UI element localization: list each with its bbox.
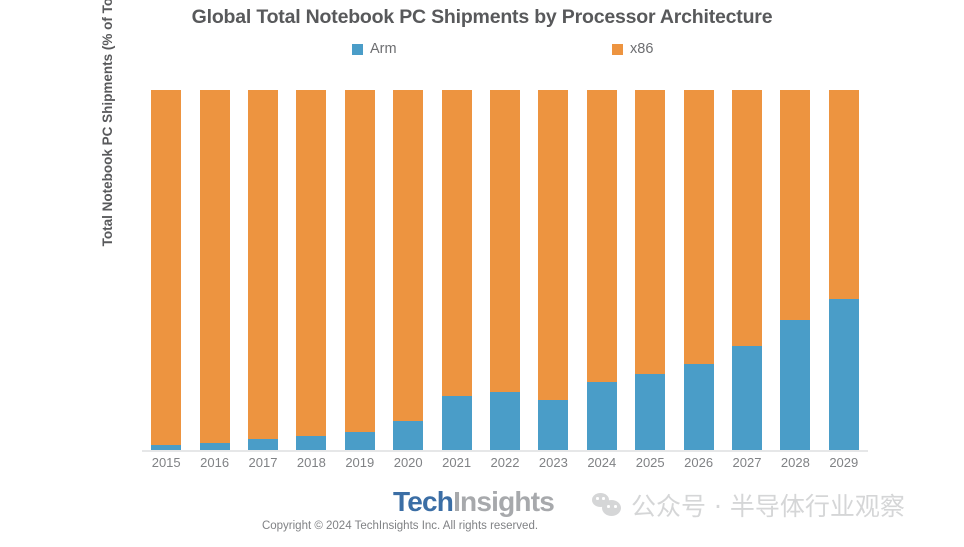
bar-segment-arm[interactable] — [441, 396, 472, 450]
bar-segment-x86[interactable] — [635, 90, 666, 375]
chart-container: Global Total Notebook PC Shipments by Pr… — [0, 0, 964, 547]
bar-group[interactable] — [683, 90, 714, 450]
bar-group[interactable] — [780, 90, 811, 450]
bar-segment-x86[interactable] — [538, 90, 569, 400]
bar-group[interactable] — [248, 90, 278, 450]
x-axis-tick-label: 2016 — [200, 455, 230, 470]
plot-area — [142, 90, 868, 450]
bar-segment-arm[interactable] — [828, 298, 859, 450]
legend-label-x86: x86 — [630, 40, 654, 57]
legend-item-arm[interactable]: Arm — [352, 38, 397, 60]
bar-group[interactable] — [344, 90, 375, 450]
bar-segment-x86[interactable] — [683, 90, 714, 364]
x-axis-tick-label: 2017 — [248, 455, 278, 470]
x-axis-tick-label: 2018 — [296, 455, 326, 470]
y-axis-title: Total Notebook PC Shipments (% of Total) — [100, 0, 115, 247]
bar-segment-x86[interactable] — [151, 90, 182, 445]
wechat-icon — [592, 492, 622, 518]
bar-group[interactable] — [828, 90, 859, 450]
bar-segment-x86[interactable] — [732, 90, 762, 346]
wechat-dot — [607, 505, 610, 508]
bar-group[interactable] — [732, 90, 762, 450]
wechat-dot — [596, 497, 599, 500]
wechat-dot — [614, 505, 617, 508]
bar-segment-arm[interactable] — [683, 363, 714, 450]
bar-segment-arm[interactable] — [635, 374, 666, 450]
bar-segment-arm[interactable] — [393, 421, 424, 450]
bar-group[interactable] — [635, 90, 666, 450]
bar-segment-x86[interactable] — [828, 90, 859, 299]
x-axis-tick-label: 2023 — [538, 455, 568, 470]
bar-segment-x86[interactable] — [393, 90, 424, 422]
chart-legend: Arm x86 — [0, 38, 964, 60]
bar-segment-arm[interactable] — [248, 439, 278, 450]
techinsights-logo: TechInsights — [393, 486, 555, 518]
bar-segment-x86[interactable] — [248, 90, 278, 440]
bar-segment-arm[interactable] — [538, 399, 569, 450]
bar-segment-arm[interactable] — [586, 381, 617, 450]
x-axis-tick-label: 2021 — [442, 455, 472, 470]
watermark-label: 公众号 · 半导体行业观察 — [631, 492, 905, 521]
x-axis-tick-label: 2019 — [345, 455, 375, 470]
x-axis-tick-label: 2027 — [732, 455, 762, 470]
legend-swatch-arm — [352, 43, 363, 55]
x-axis-tick-label: 2015 — [151, 455, 181, 470]
bar-segment-x86[interactable] — [344, 90, 375, 432]
bar-group[interactable] — [441, 90, 472, 450]
x-axis-tick-label: 2022 — [490, 455, 520, 470]
x-axis-tick-label: 2026 — [684, 455, 714, 470]
x-axis-baseline — [142, 450, 868, 452]
bar-segment-arm[interactable] — [344, 432, 375, 450]
bar-segment-x86[interactable] — [490, 90, 520, 393]
bar-segment-arm[interactable] — [732, 345, 762, 450]
bar-segment-arm[interactable] — [296, 435, 327, 450]
x-axis-tick-label: 2028 — [780, 455, 810, 470]
chart-footer: TechInsights Copyright © 2024 TechInsigh… — [0, 484, 964, 547]
bar-segment-arm[interactable] — [780, 320, 811, 450]
bar-group[interactable] — [199, 90, 230, 450]
bar-group[interactable] — [296, 90, 327, 450]
bar-segment-x86[interactable] — [296, 90, 327, 436]
bar-segment-x86[interactable] — [441, 90, 472, 396]
bar-segment-arm[interactable] — [490, 392, 520, 450]
x-axis-ticks: 2015 2016 2017 2018 2019 2020 2021 2022 2023 2024… — [142, 455, 868, 477]
wechat-bubble-small — [602, 500, 621, 516]
x-axis-tick-label: 2025 — [635, 455, 665, 470]
bar-group[interactable] — [151, 90, 182, 450]
legend-label-arm: Arm — [370, 40, 397, 57]
bar-segment-x86[interactable] — [199, 90, 230, 443]
bar-segment-arm[interactable] — [199, 442, 230, 450]
legend-item-x86[interactable]: x86 — [612, 38, 653, 60]
x-axis-tick-label: 2029 — [829, 455, 859, 470]
bar-group[interactable] — [586, 90, 617, 450]
bar-segment-x86[interactable] — [780, 90, 811, 321]
chart-title: Global Total Notebook PC Shipments by Pr… — [191, 6, 773, 28]
wechat-watermark: 公众号 · 半导体行业观察 — [592, 484, 905, 526]
bar-group[interactable] — [538, 90, 569, 450]
legend-swatch-x86 — [612, 43, 623, 55]
bar-group[interactable] — [393, 90, 424, 450]
bar-segment-x86[interactable] — [586, 90, 617, 382]
brand-name-secondary: Insights — [453, 486, 555, 517]
bar-group[interactable] — [490, 90, 520, 450]
x-axis-tick-label: 2020 — [393, 455, 423, 470]
wechat-dot — [602, 497, 605, 500]
x-axis-tick-label: 2024 — [587, 455, 617, 470]
brand-name-primary: Tech — [393, 486, 454, 517]
